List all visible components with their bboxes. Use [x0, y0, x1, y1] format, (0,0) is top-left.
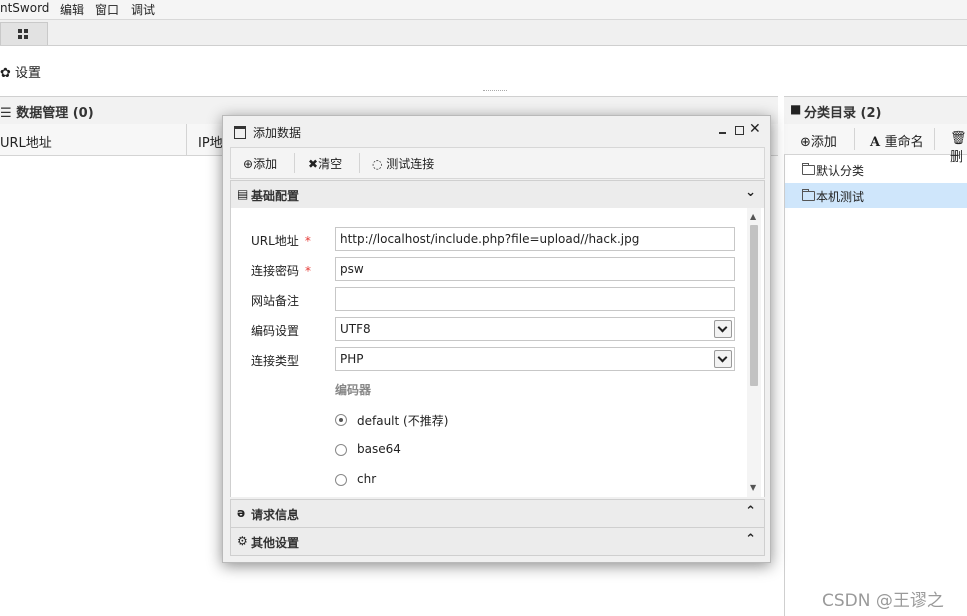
note-label: 网站备注 — [251, 294, 300, 308]
type-label: 连接类型 — [251, 354, 300, 368]
minimize-icon[interactable] — [719, 132, 726, 134]
chevron-up-icon: ⌃ — [745, 532, 756, 547]
maximize-icon[interactable] — [735, 126, 744, 135]
basic-config-form: URL地址 * http://localhost/include.php?file… — [230, 208, 765, 497]
category-add-button[interactable]: ⊕添加 — [800, 131, 837, 150]
plus-circle-icon: ⊕ — [243, 157, 254, 171]
encoder-title: 编码器 — [335, 383, 372, 397]
scroll-up-icon[interactable]: ▲ — [750, 212, 756, 221]
menu-bar: ntSword 编辑 窗口 调试 — [0, 0, 967, 20]
category-item-label: 默认分类 — [816, 164, 865, 178]
scroll-down-icon[interactable]: ▼ — [750, 483, 756, 492]
menu-window[interactable]: 窗口 — [95, 1, 119, 18]
form-scrollbar[interactable]: ▲ ▼ — [747, 208, 761, 497]
menu-edit[interactable]: 编辑 — [60, 1, 84, 18]
dialog-titlebar[interactable]: 添加数据 ✕ — [223, 116, 770, 146]
section-basic-config[interactable]: ▤ 基础配置 ⌄ — [230, 180, 765, 209]
section-request-info[interactable]: ə 请求信息 ⌃ — [230, 499, 765, 528]
column-divider[interactable] — [186, 124, 187, 155]
category-item-default[interactable]: 默认分类 — [785, 157, 967, 182]
dialog-test-connection-button[interactable]: ◌ 测试连接 — [372, 155, 434, 172]
gear-icon: ✿ — [0, 66, 11, 81]
settings-button[interactable]: ✿ 设置 — [0, 62, 41, 81]
edge-icon: ə — [237, 506, 246, 520]
type-select[interactable]: PHP — [335, 347, 735, 371]
section-basic-label: 基础配置 — [251, 189, 300, 203]
encoder-label-chr: chr — [357, 472, 377, 486]
folder-icon: ■ — [790, 102, 802, 116]
close-icon: ✖ — [308, 157, 319, 171]
url-label: URL地址 * — [251, 234, 311, 248]
column-url[interactable]: URL地址 — [0, 132, 52, 151]
dialog-clear-button[interactable]: ✖清空 — [308, 155, 342, 172]
spinner-icon: ◌ — [372, 157, 387, 171]
encoder-label-default: default (不推荐) — [357, 414, 449, 428]
tab-bar — [0, 20, 967, 46]
settings-toolbar — [0, 46, 967, 96]
chevron-down-icon — [714, 320, 732, 338]
folder-icon — [802, 163, 815, 175]
encoding-label: 编码设置 — [251, 324, 300, 338]
chevron-up-icon: ⌃ — [745, 504, 756, 519]
encoder-radio-base64[interactable] — [335, 444, 347, 456]
note-field[interactable] — [335, 287, 735, 311]
tab-home[interactable] — [0, 22, 48, 45]
document-icon: ▤ — [237, 187, 249, 201]
category-toolbar: ⊕添加 A 重命名 🗑删 — [784, 124, 967, 165]
dialog-title: 添加数据 — [253, 126, 302, 140]
menu-app[interactable]: ntSword — [0, 1, 49, 15]
window-icon — [234, 126, 246, 139]
panel-splitter[interactable] — [483, 90, 507, 94]
folder-icon — [802, 189, 815, 201]
dialog-add-button[interactable]: ⊕添加 — [243, 155, 277, 172]
encoding-select[interactable]: UTF8 — [335, 317, 735, 341]
section-request-label: 请求信息 — [251, 508, 300, 522]
data-panel-title: 数据管理 (0) — [16, 106, 94, 121]
section-other-settings[interactable]: ⚙ 其他设置 ⌃ — [230, 527, 765, 556]
plus-circle-icon: ⊕ — [800, 135, 811, 150]
encoder-radio-chr[interactable] — [335, 474, 347, 486]
encoder-label-base64: base64 — [357, 442, 401, 456]
close-icon[interactable]: ✕ — [749, 121, 761, 137]
category-item-local-test[interactable]: 本机测试 — [785, 183, 967, 208]
chevron-down-icon — [714, 350, 732, 368]
password-label: 连接密码 * — [251, 264, 312, 278]
category-panel-title: 分类目录 (2) — [804, 106, 882, 121]
trash-icon: 🗑 — [950, 131, 967, 146]
password-field[interactable]: psw — [335, 257, 735, 281]
grid-icon — [18, 29, 28, 39]
watermark: CSDN @王谬之 — [822, 591, 944, 611]
section-other-label: 其他设置 — [251, 536, 300, 550]
font-icon: A — [870, 135, 885, 150]
category-rename-button[interactable]: A 重命名 — [870, 131, 924, 150]
scrollbar-thumb[interactable] — [750, 225, 758, 386]
menu-debug[interactable]: 调试 — [131, 1, 155, 18]
list-icon: ☰ — [0, 106, 17, 121]
encoder-radio-default[interactable] — [335, 414, 347, 426]
url-field[interactable]: http://localhost/include.php?file=upload… — [335, 227, 735, 251]
category-item-label: 本机测试 — [816, 190, 865, 204]
category-panel-header: ■ 分类目录 (2) — [784, 96, 967, 125]
gears-icon: ⚙ — [237, 534, 248, 548]
dialog-toolbar: ⊕添加 ✖清空 ◌ 测试连接 — [230, 147, 765, 179]
add-data-dialog: 添加数据 ✕ ⊕添加 ✖清空 ◌ 测试连接 ▤ 基础配置 ⌄ URL地址 * ht… — [222, 115, 771, 563]
column-ip[interactable]: IP地 — [198, 132, 223, 151]
settings-label: 设置 — [15, 66, 42, 81]
chevron-down-icon: ⌄ — [745, 185, 756, 200]
